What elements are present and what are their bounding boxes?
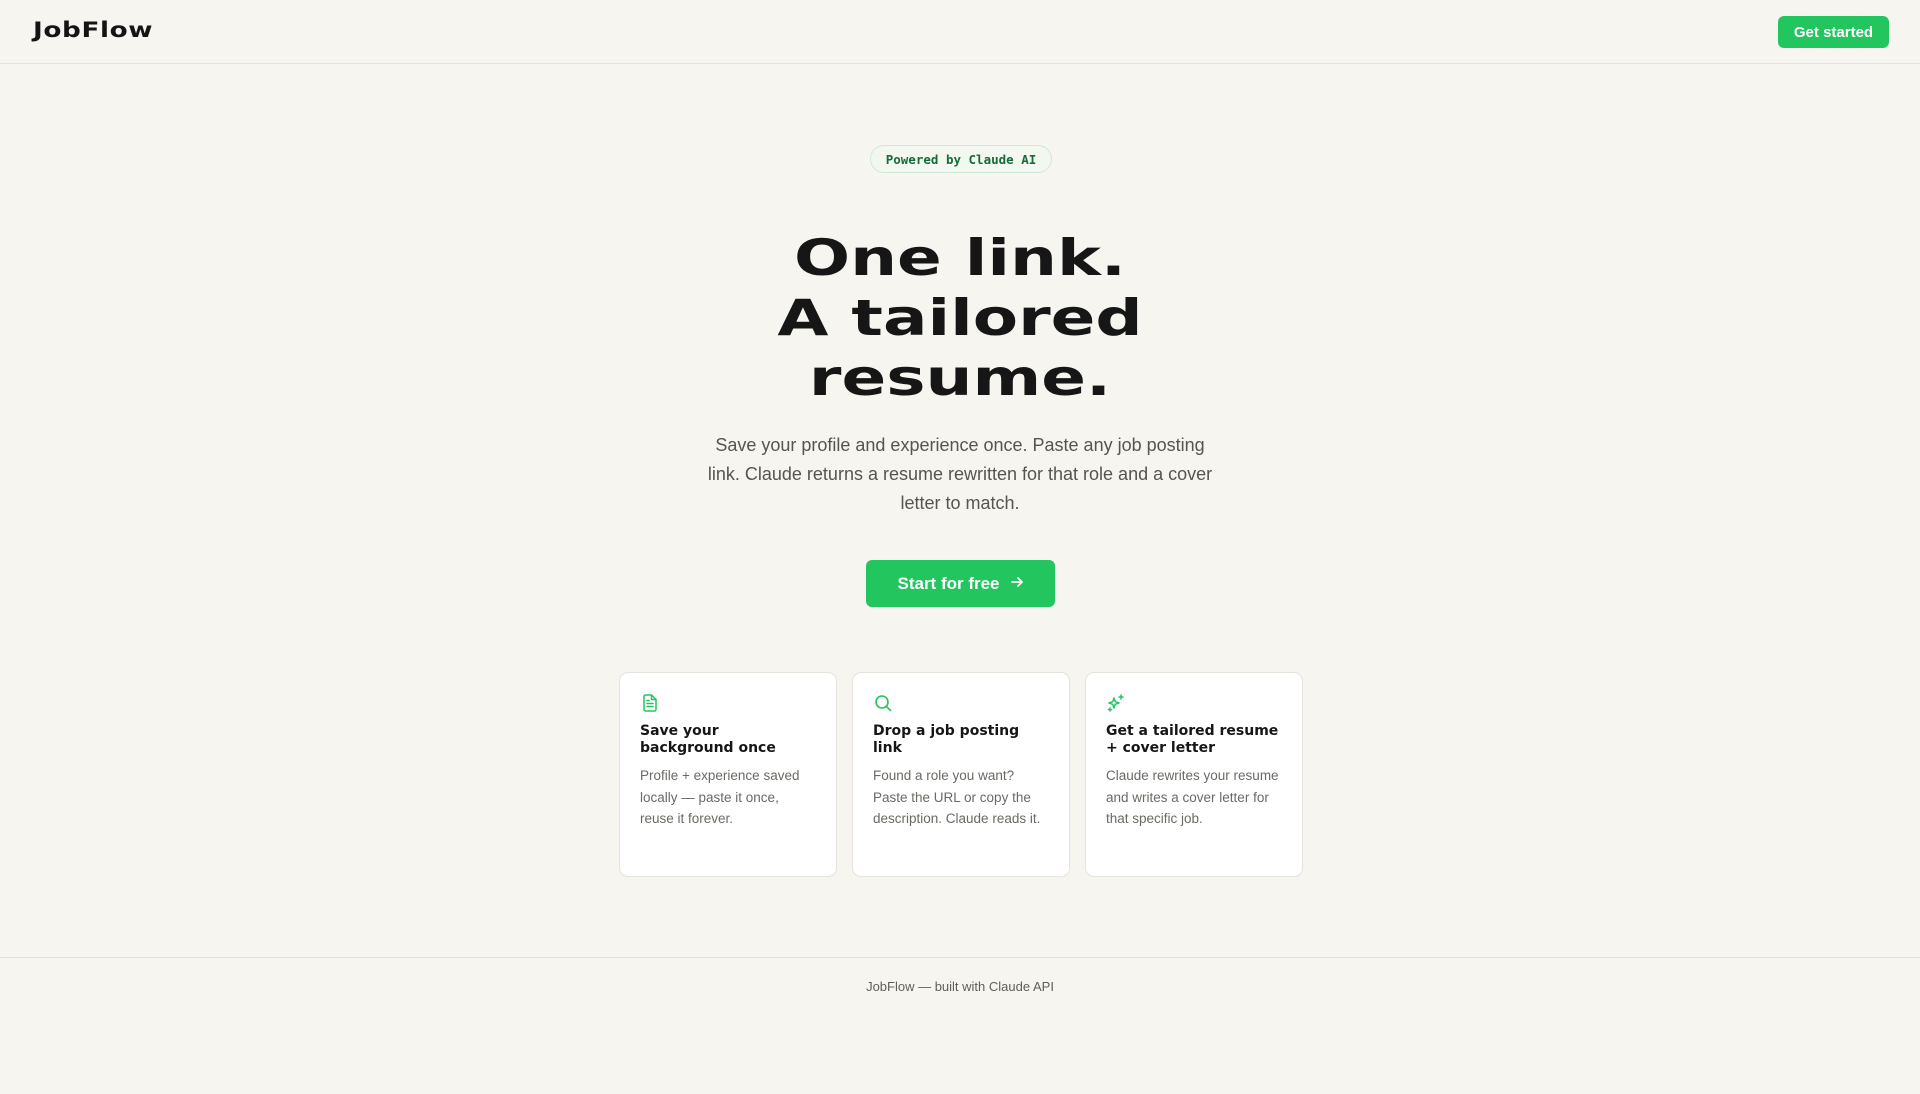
features-grid: Save your background once Profile + expe…: [619, 672, 1303, 877]
start-for-free-button[interactable]: Start for free: [866, 560, 1055, 607]
hero-title-line-2: A tailored: [777, 289, 1143, 347]
feature-card-tailored-resume: Get a tailored resume + cover letter Cla…: [1085, 672, 1303, 877]
cta-label: Start for free: [897, 573, 1000, 593]
hero-subtitle: Save your profile and experience once. P…: [707, 435, 1213, 513]
arrow-right-icon: [1010, 575, 1024, 593]
search-icon: [873, 693, 893, 713]
sparkles-icon: [1106, 693, 1126, 713]
feature-title: Drop a job posting link: [873, 723, 1020, 756]
feature-card-drop-link: Drop a job posting link Found a role you…: [852, 672, 1070, 877]
get-started-button[interactable]: Get started: [1778, 16, 1889, 48]
feature-card-save-background: Save your background once Profile + expe…: [619, 672, 837, 877]
logo[interactable]: JobFlow: [33, 18, 153, 42]
feature-description: Profile + experience saved locally — pas…: [640, 768, 800, 826]
feature-title: Save your background once: [640, 723, 776, 756]
feature-description: Claude rewrites your resume and writes a…: [1106, 768, 1279, 826]
feature-title: Get a tailored resume + cover letter: [1106, 723, 1279, 756]
document-icon: [640, 693, 660, 713]
site-header: JobFlow Get started: [0, 0, 1920, 64]
site-footer: JobFlow — built with Claude API: [0, 957, 1920, 1094]
powered-by-badge: Powered by Claude AI: [870, 145, 1052, 173]
hero-title-line-1: One link.: [793, 229, 1127, 287]
hero-title-line-3: resume.: [808, 349, 1112, 407]
feature-description: Found a role you want? Paste the URL or …: [873, 768, 1041, 826]
footer-text: JobFlow — built with Claude API: [866, 979, 1054, 994]
hero-title: One link. A tailored resume.: [560, 228, 1360, 408]
